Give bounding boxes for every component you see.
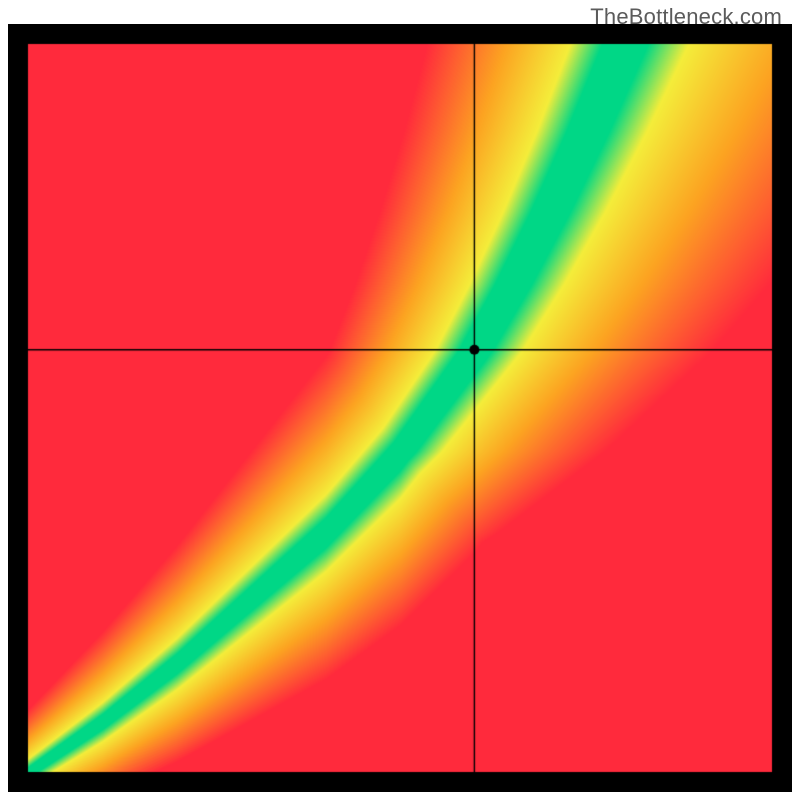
bottleneck-heatmap xyxy=(8,24,792,792)
watermark-text: TheBottleneck.com xyxy=(590,4,782,30)
